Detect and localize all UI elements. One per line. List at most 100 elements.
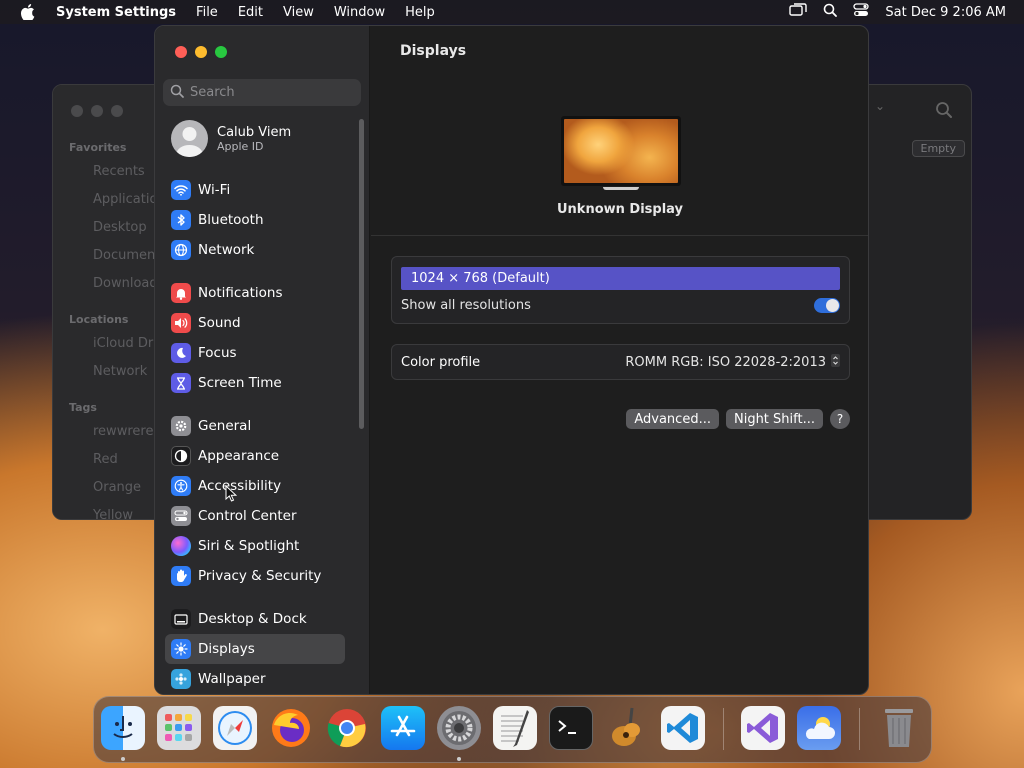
sidebar-item-accessibility[interactable]: Accessibility (165, 471, 345, 501)
resolution-card: 1024 × 768 (Default) Show all resolution… (391, 256, 850, 324)
menu-view[interactable]: View (273, 5, 324, 20)
visual-studio-code-icon[interactable] (661, 706, 705, 750)
sidebar-item-notifications[interactable]: Notifications (165, 278, 345, 308)
finder-close-button[interactable] (71, 105, 83, 117)
finder-favorites-header: Favorites (69, 141, 127, 154)
menu-edit[interactable]: Edit (228, 5, 273, 20)
sidebar-item-label: Control Center (198, 508, 297, 524)
trash-icon[interactable] (877, 706, 921, 750)
sidebar-item-label: Displays (198, 641, 255, 657)
show-all-resolutions-toggle[interactable] (814, 298, 840, 313)
gear-icon (171, 416, 191, 436)
profile-subtitle: Apple ID (217, 139, 264, 153)
finder-minimize-button[interactable] (91, 105, 103, 117)
show-all-resolutions-label: Show all resolutions (401, 298, 531, 313)
zoom-button[interactable] (215, 46, 227, 58)
apple-id-profile[interactable]: Calub Viem Apple ID (171, 120, 291, 157)
sidebar-item-general[interactable]: General (165, 411, 345, 441)
divider (371, 235, 868, 236)
chrome-icon[interactable] (325, 706, 369, 750)
sidebar-item-focus[interactable]: Focus (165, 338, 345, 368)
finder-search-icon[interactable] (935, 101, 953, 123)
chevron-down-icon[interactable]: ⌄ (875, 99, 885, 113)
wifi-icon (171, 180, 191, 200)
firefox-icon[interactable] (269, 706, 313, 750)
sidebar-item-displays[interactable]: Displays (165, 634, 345, 664)
finder-item-recents[interactable]: Recents (93, 164, 145, 179)
action-buttons: Advanced... Night Shift... ? (626, 409, 850, 429)
sidebar-item-label: Siri & Spotlight (198, 538, 300, 554)
apple-menu-icon[interactable] (10, 4, 46, 20)
finder-item-desktop[interactable]: Desktop (93, 220, 147, 235)
weather-icon[interactable] (797, 706, 841, 750)
sidebar-item-sound[interactable]: Sound (165, 308, 345, 338)
terminal-icon[interactable] (549, 706, 593, 750)
dock-separator (723, 708, 724, 750)
spotlight-search-icon[interactable] (823, 3, 838, 21)
menu-app-name[interactable]: System Settings (46, 5, 186, 20)
sidebar-item-label: Privacy & Security (198, 568, 322, 584)
sidebar-item-label: Screen Time (198, 375, 282, 391)
close-button[interactable] (175, 46, 187, 58)
bell-icon (171, 283, 191, 303)
advanced-button[interactable]: Advanced... (626, 409, 719, 429)
finder-tag-rewwrerer[interactable]: rewwrerer (93, 424, 159, 439)
control-center-icon[interactable] (853, 3, 870, 21)
display-name: Unknown Display (556, 202, 684, 217)
sun-icon (171, 639, 191, 659)
sidebar-item-desktop-dock[interactable]: Desktop & Dock (165, 604, 345, 634)
display-preview[interactable] (561, 116, 681, 186)
visual-studio-icon[interactable] (741, 706, 785, 750)
color-profile-label: Color profile (401, 354, 481, 370)
bluetooth-icon (171, 210, 191, 230)
finder-tag-red[interactable]: Red (93, 452, 118, 467)
finder-running-indicator (121, 757, 125, 761)
launchpad-icon[interactable] (157, 706, 201, 750)
safari-icon[interactable] (213, 706, 257, 750)
profile-name: Calub Viem (217, 124, 292, 140)
sidebar-item-screen-time[interactable]: Screen Time (165, 368, 345, 398)
sidebar-item-bluetooth[interactable]: Bluetooth (165, 205, 345, 235)
sidebar-item-control-center[interactable]: Control Center (165, 501, 345, 531)
sidebar-item-privacy-security[interactable]: Privacy & Security (165, 561, 345, 591)
app-store-icon[interactable] (381, 706, 425, 750)
search-icon (170, 83, 184, 102)
textedit-icon[interactable] (493, 706, 537, 750)
appearance-icon (171, 446, 191, 466)
help-button[interactable]: ? (830, 409, 850, 429)
displays-pane: Displays Unknown Display 1024 × 768 (Def… (371, 26, 868, 694)
hourglass-icon (171, 373, 191, 393)
resolution-option-selected[interactable]: 1024 × 768 (Default) (401, 267, 840, 290)
system-settings-running-indicator (457, 757, 461, 761)
window-controls (175, 46, 227, 58)
garageband-icon[interactable] (605, 706, 649, 750)
sidebar-item-appearance[interactable]: Appearance (165, 441, 345, 471)
menu-help[interactable]: Help (395, 5, 445, 20)
screen-mirroring-icon[interactable] (789, 3, 808, 21)
color-profile-select[interactable]: ROMM RGB: ISO 22028-2:2013 (625, 353, 840, 371)
minimize-button[interactable] (195, 46, 207, 58)
search-field[interactable] (163, 79, 361, 106)
chevron-up-down-icon (831, 353, 840, 371)
sidebar-item-network[interactable]: Network (165, 235, 345, 265)
finder-item-network[interactable]: Network (93, 364, 147, 379)
sidebar-item-siri-spotlight[interactable]: Siri & Spotlight (165, 531, 345, 561)
finder-tag-yellow[interactable]: Yellow (93, 508, 133, 519)
menu-file[interactable]: File (186, 5, 228, 20)
sidebar-item-wallpaper[interactable]: Wallpaper (165, 664, 345, 694)
search-input[interactable] (190, 85, 350, 100)
finder-icon[interactable] (101, 706, 145, 750)
menu-window[interactable]: Window (324, 5, 395, 20)
system-settings-icon[interactable] (437, 706, 481, 750)
globe-icon (171, 240, 191, 260)
finder-empty-button[interactable]: Empty (911, 140, 965, 157)
sidebar-item-label: Network (198, 242, 255, 258)
menu-clock[interactable]: Sat Dec 9 2:06 AM (885, 5, 1006, 20)
finder-zoom-button[interactable] (111, 105, 123, 117)
color-profile-row: Color profile ROMM RGB: ISO 22028-2:2013 (391, 344, 850, 380)
finder-tag-orange[interactable]: Orange (93, 480, 141, 495)
sidebar-item-wifi[interactable]: Wi-Fi (165, 175, 345, 205)
night-shift-button[interactable]: Night Shift... (725, 409, 823, 429)
sidebar-scrollbar[interactable] (359, 119, 364, 429)
color-profile-value: ROMM RGB: ISO 22028-2:2013 (625, 354, 826, 370)
